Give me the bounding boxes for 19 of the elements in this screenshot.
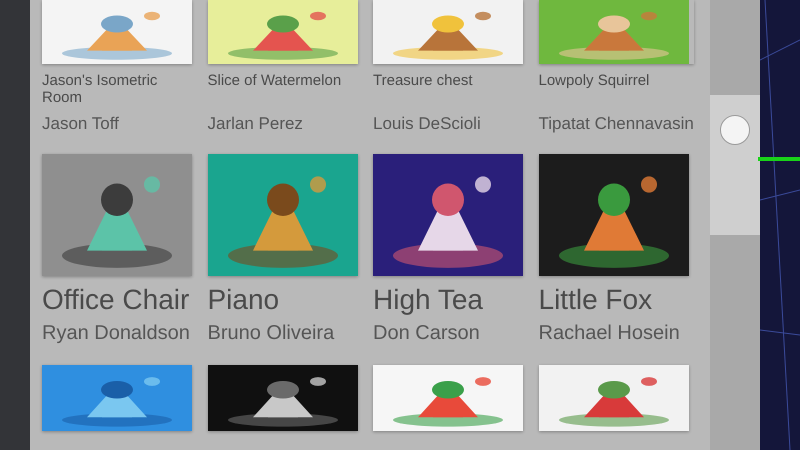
pointer-ray [758, 157, 800, 161]
author-name: Jarlan Perez [208, 114, 304, 134]
author-name: Bruno Oliveira [208, 322, 336, 346]
model-title: Piano [208, 284, 280, 316]
model-title: Treasure chest [373, 72, 474, 91]
model-title: High Tea [373, 284, 484, 316]
model-title: Office Chair [42, 284, 190, 316]
model-title: Jason's Isometric Room [42, 72, 158, 108]
author-name: Louis DeScioli [373, 114, 482, 134]
author-name: Tipatat Chennavasin [538, 114, 694, 134]
author-name: Ryan Donaldson [42, 322, 191, 346]
model-title: Slice of Watermelon [208, 72, 342, 91]
author-name: Don Carson [373, 322, 481, 346]
model-title: Lowpoly Squirrel [538, 72, 650, 91]
model-title: Little Fox [538, 284, 654, 316]
scroll-thumb[interactable] [720, 115, 750, 145]
author-name: Jason Toff [42, 114, 120, 134]
author-name: Rachael Hosein [538, 322, 681, 346]
scroll-bar[interactable] [710, 0, 760, 450]
